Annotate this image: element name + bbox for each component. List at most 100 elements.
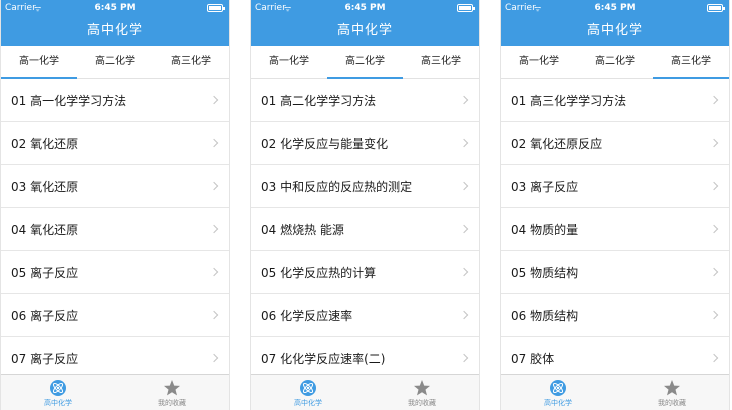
- list-item-label: 07 化化学反应速率(二): [261, 351, 386, 366]
- chevron-right-icon: [209, 224, 219, 234]
- bottom-tab-label: 我的收藏: [658, 399, 686, 407]
- list-item-label: 03 中和反应的反应热的测定: [261, 179, 413, 194]
- chevron-right-icon: [209, 181, 219, 191]
- list-item-label: 06 离子反应: [11, 308, 79, 323]
- list-item-label: 07 胶体: [511, 351, 555, 366]
- list-item-label: 04 燃烧热 能源: [261, 222, 344, 237]
- tab-grade-1[interactable]: 高一化学: [1, 46, 77, 79]
- list-item[interactable]: 03 中和反应的反应热的测定: [251, 165, 479, 208]
- chevron-right-icon: [709, 353, 719, 363]
- list-item-label: 03 氧化还原: [11, 179, 79, 194]
- star-icon: [414, 380, 430, 396]
- grade-tabs: 高一化学 高二化学 高三化学: [1, 46, 229, 79]
- tab-grade-2[interactable]: 高二化学: [577, 46, 653, 78]
- bottom-tab-bar: 高中化学 我的收藏: [251, 374, 479, 410]
- battery-icon: [457, 4, 475, 12]
- bottom-tab-bar: 高中化学 我的收藏: [1, 374, 229, 410]
- tab-grade-2[interactable]: 高二化学: [77, 46, 153, 78]
- chevron-right-icon: [459, 267, 469, 277]
- chevron-right-icon: [209, 267, 219, 277]
- tab-grade-3[interactable]: 高三化学: [653, 46, 729, 79]
- list-item[interactable]: 01 高一化学学习方法: [1, 79, 229, 122]
- list-item[interactable]: 05 化学反应热的计算: [251, 251, 479, 294]
- bottom-tab-label: 我的收藏: [408, 399, 436, 407]
- chevron-right-icon: [459, 353, 469, 363]
- nav-title: 高中化学: [501, 16, 729, 46]
- chevron-right-icon: [709, 138, 719, 148]
- bottom-tab-label: 我的收藏: [158, 399, 186, 407]
- list-item-label: 03 离子反应: [511, 179, 579, 194]
- list-item-label: 01 高二化学学习方法: [261, 93, 377, 108]
- status-time: 6:45 PM: [94, 3, 136, 13]
- star-icon: [164, 380, 180, 396]
- chevron-right-icon: [709, 95, 719, 105]
- nav-title: 高中化学: [1, 16, 229, 46]
- list-item-label: 05 离子反应: [11, 265, 79, 280]
- tab-grade-3[interactable]: 高三化学: [153, 46, 229, 78]
- list-item[interactable]: 04 物质的量: [501, 208, 729, 251]
- chevron-right-icon: [709, 181, 719, 191]
- atom-icon: [300, 380, 316, 396]
- bottom-tab-bar: 高中化学 我的收藏: [501, 374, 729, 410]
- bottom-tab-chemistry[interactable]: 高中化学: [501, 375, 615, 410]
- list-item[interactable]: 03 氧化还原: [1, 165, 229, 208]
- list-item[interactable]: 04 燃烧热 能源: [251, 208, 479, 251]
- battery-icon: [707, 4, 725, 12]
- list-item[interactable]: 05 离子反应: [1, 251, 229, 294]
- bottom-tab-favorites[interactable]: 我的收藏: [115, 375, 229, 410]
- nav-title: 高中化学: [251, 16, 479, 46]
- list-item[interactable]: 01 高二化学学习方法: [251, 79, 479, 122]
- list-item[interactable]: 02 氧化还原: [1, 122, 229, 165]
- grade-tabs: 高一化学 高二化学 高三化学: [251, 46, 479, 79]
- chevron-right-icon: [209, 353, 219, 363]
- tab-grade-2[interactable]: 高二化学: [327, 46, 403, 79]
- tab-grade-1[interactable]: 高一化学: [251, 46, 327, 78]
- chevron-right-icon: [709, 267, 719, 277]
- list-item[interactable]: 06 离子反应: [1, 294, 229, 337]
- bottom-tab-favorites[interactable]: 我的收藏: [615, 375, 729, 410]
- bottom-tab-label: 高中化学: [294, 399, 322, 407]
- list-item[interactable]: 06 化学反应速率: [251, 294, 479, 337]
- list-item-label: 06 物质结构: [511, 308, 579, 323]
- phone-screen-1: Carrier ᯤ 6:45 PM 高中化学 高一化学 高二化学 高三化学 01…: [0, 0, 230, 410]
- list-item[interactable]: 06 物质结构: [501, 294, 729, 337]
- tab-grade-1[interactable]: 高一化学: [501, 46, 577, 78]
- status-time: 6:45 PM: [594, 3, 636, 13]
- list-item-label: 02 化学反应与能量变化: [261, 136, 389, 151]
- tab-grade-3[interactable]: 高三化学: [403, 46, 479, 78]
- list-item[interactable]: 01 高三化学学习方法: [501, 79, 729, 122]
- list-item-label: 07 离子反应: [11, 351, 79, 366]
- list-item-label: 02 氧化还原: [11, 136, 79, 151]
- star-icon: [664, 380, 680, 396]
- atom-icon: [50, 380, 66, 396]
- bottom-tab-label: 高中化学: [544, 399, 572, 407]
- bottom-tab-favorites[interactable]: 我的收藏: [365, 375, 479, 410]
- battery-icon: [207, 4, 225, 12]
- list-item-label: 05 化学反应热的计算: [261, 265, 377, 280]
- chevron-right-icon: [459, 310, 469, 320]
- lesson-list: 01 高三化学学习方法 02 氧化还原反应 03 离子反应 04 物质的量 05…: [501, 79, 729, 380]
- phone-screen-2: Carrier ᯤ 6:45 PM 高中化学 高一化学 高二化学 高三化学 01…: [250, 0, 480, 410]
- list-item[interactable]: 04 氧化还原: [1, 208, 229, 251]
- phone-screen-3: Carrier ᯤ 6:45 PM 高中化学 高一化学 高二化学 高三化学 01…: [500, 0, 730, 410]
- list-item-label: 04 物质的量: [511, 222, 579, 237]
- chevron-right-icon: [209, 95, 219, 105]
- chevron-right-icon: [709, 310, 719, 320]
- chevron-right-icon: [459, 224, 469, 234]
- list-item-label: 06 化学反应速率: [261, 308, 353, 323]
- list-item[interactable]: 05 物质结构: [501, 251, 729, 294]
- chevron-right-icon: [209, 138, 219, 148]
- list-item[interactable]: 02 化学反应与能量变化: [251, 122, 479, 165]
- chevron-right-icon: [459, 138, 469, 148]
- lesson-list: 01 高一化学学习方法 02 氧化还原 03 氧化还原 04 氧化还原 05 离…: [1, 79, 229, 380]
- list-item[interactable]: 03 离子反应: [501, 165, 729, 208]
- list-item-label: 02 氧化还原反应: [511, 136, 603, 151]
- status-bar: Carrier ᯤ 6:45 PM: [1, 0, 229, 16]
- bottom-tab-chemistry[interactable]: 高中化学: [1, 375, 115, 410]
- chevron-right-icon: [209, 310, 219, 320]
- list-item[interactable]: 02 氧化还原反应: [501, 122, 729, 165]
- chevron-right-icon: [459, 95, 469, 105]
- status-bar: Carrier ᯤ 6:45 PM: [501, 0, 729, 16]
- bottom-tab-chemistry[interactable]: 高中化学: [251, 375, 365, 410]
- chevron-right-icon: [459, 181, 469, 191]
